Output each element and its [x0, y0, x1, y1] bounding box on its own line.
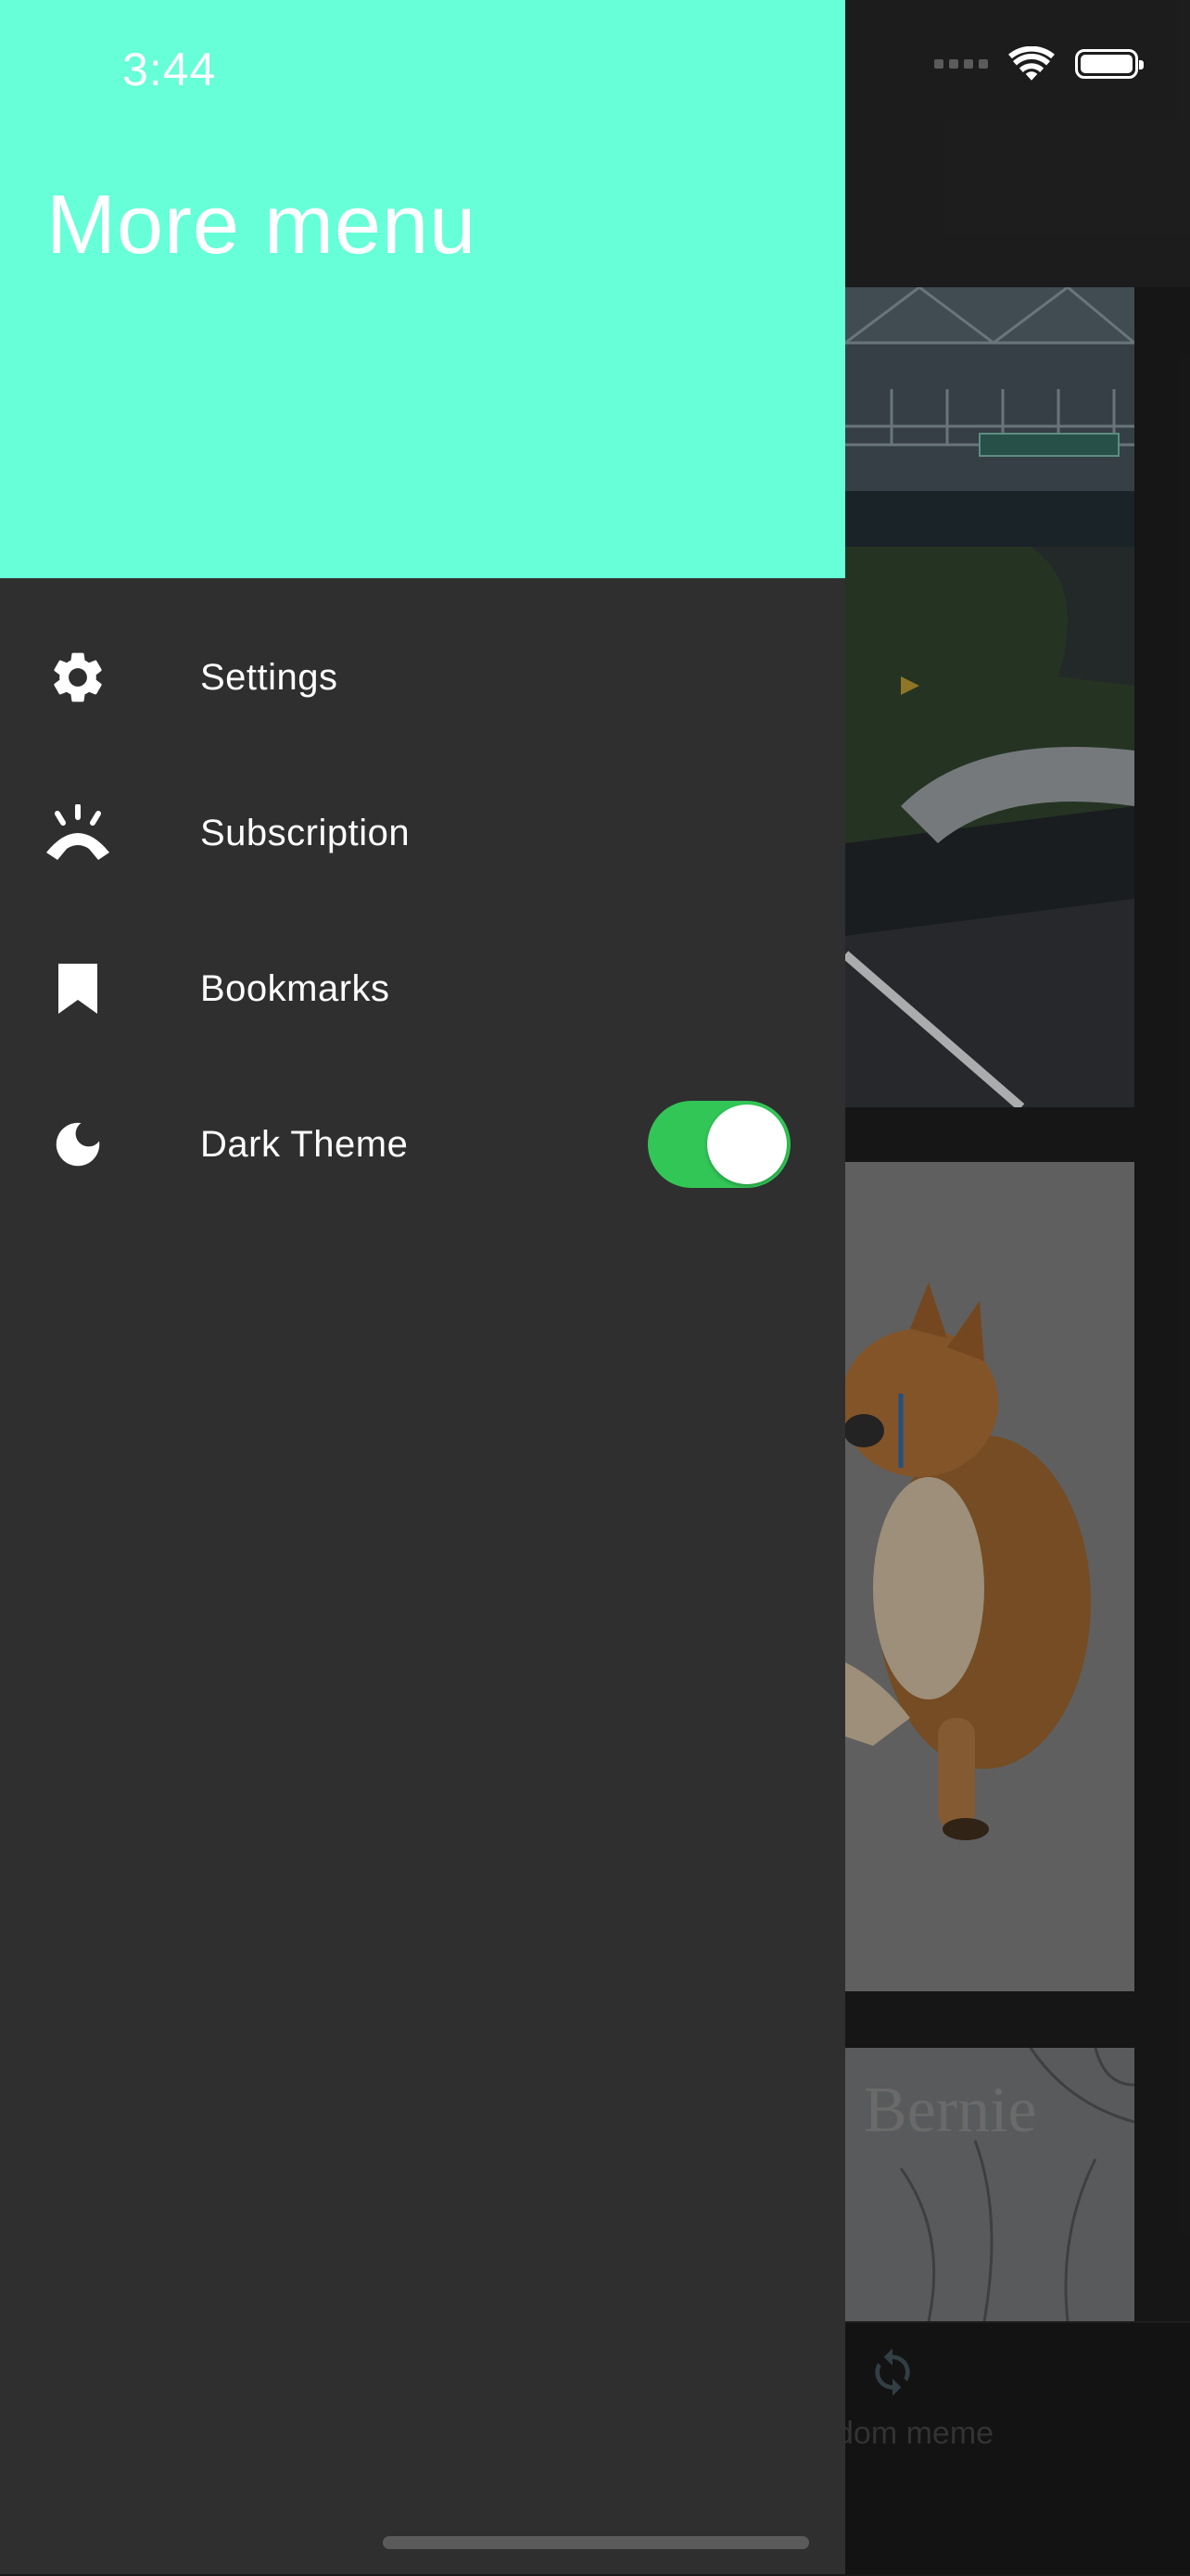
status-time: 3:44 — [122, 44, 217, 95]
menu-item-bookmarks[interactable]: Bookmarks — [0, 911, 845, 1067]
wifi-icon — [1008, 46, 1055, 81]
dark-theme-toggle[interactable] — [648, 1101, 791, 1188]
battery-icon — [1075, 49, 1144, 79]
gear-icon — [41, 640, 115, 714]
drawer-title: More menu — [46, 179, 477, 271]
home-indicator — [383, 2536, 809, 2549]
menu-item-dark-theme[interactable]: Dark Theme — [0, 1067, 845, 1222]
menu-item-subscription[interactable]: Subscription — [0, 755, 845, 911]
menu-item-settings[interactable]: Settings — [0, 600, 845, 755]
status-icons — [934, 46, 1144, 82]
menu-label-bookmarks: Bookmarks — [200, 967, 390, 1009]
cellular-signal-icon — [934, 59, 988, 69]
sunrise-icon — [41, 796, 115, 870]
menu-label-settings: Settings — [200, 656, 338, 698]
bookmark-icon — [41, 952, 115, 1026]
toggle-knob[interactable] — [707, 1105, 787, 1184]
menu-label-subscription: Subscription — [200, 812, 411, 853]
navigation-drawer: More menu Settings Subscription Bookmark… — [0, 0, 845, 2574]
menu-label-dark-theme: Dark Theme — [200, 1123, 409, 1165]
moon-icon — [41, 1107, 115, 1181]
